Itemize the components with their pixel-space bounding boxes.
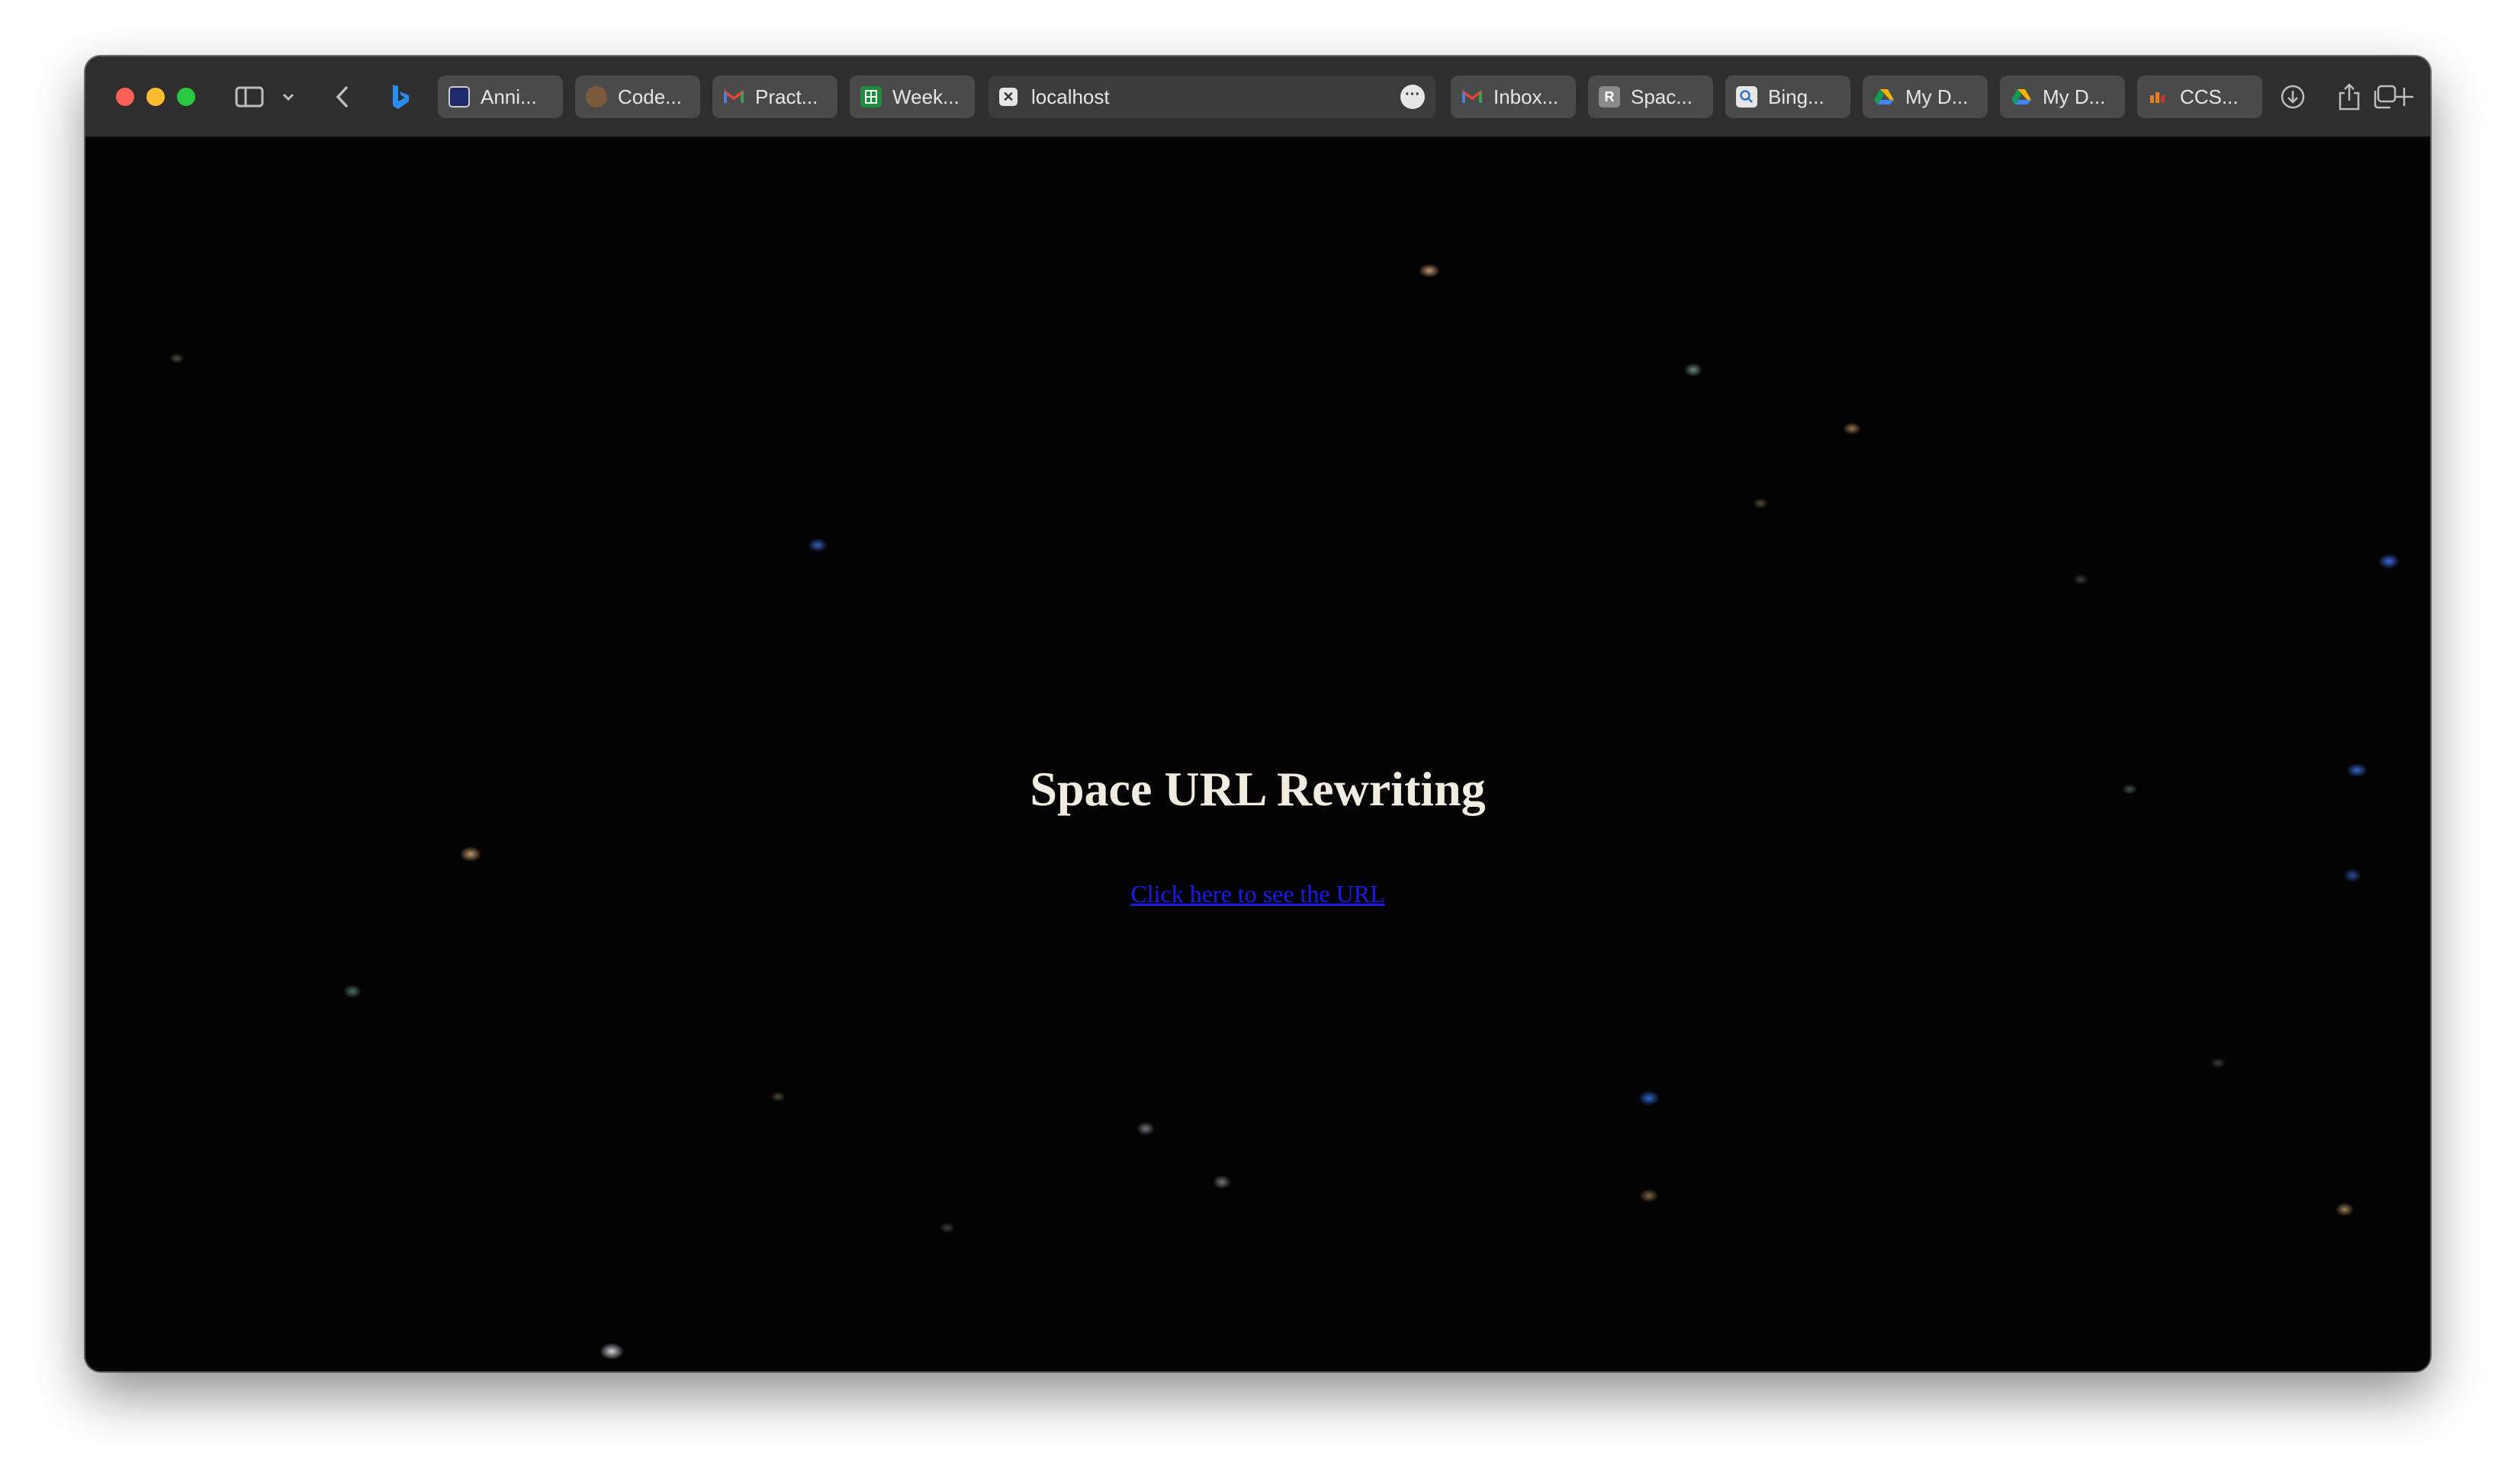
tab-my-drive-1[interactable]: My D... [1863,75,1988,118]
tab-my-drive-2[interactable]: My D... [2000,75,2125,118]
ccs-icon [2148,86,2169,108]
see-url-link[interactable]: Click here to see the URL [1130,880,1384,907]
share-icon[interactable] [2334,79,2365,114]
minimize-window-button[interactable] [146,88,165,106]
tab-anni[interactable]: Anni... [438,75,563,118]
sidebar-toggle-icon[interactable] [232,79,267,114]
back-icon[interactable] [330,79,355,114]
chevron-down-icon[interactable] [279,79,297,114]
url-link-container: Click here to see the URL [85,880,2430,908]
tab-localhost[interactable]: ✕ localhost ··· [989,75,1435,118]
tab-ccs[interactable]: CCS... [2137,75,2262,118]
drive-icon [2011,86,2032,108]
tab-label: localhost [1031,85,1110,108]
zoom-window-button[interactable] [177,88,195,106]
bing-icon[interactable] [387,79,413,114]
tab-inbox[interactable]: Inbox... [1451,75,1576,118]
close-icon[interactable]: ✕ [999,88,1017,106]
tab-practice[interactable]: Pract... [712,75,837,118]
tab-bing[interactable]: Bing... [1725,75,1850,118]
search-icon [1736,86,1757,108]
tab-label: Inbox... [1493,85,1559,108]
tab-label: My D... [2043,85,2106,108]
drive-icon [1873,86,1895,108]
tab-spaces[interactable]: R Spac... [1588,75,1713,118]
tab-code[interactable]: Code... [575,75,700,118]
gmail-icon [1461,86,1483,108]
avatar-icon [586,86,607,108]
tab-label: Code... [618,85,682,108]
tab-label: Pract... [755,85,818,108]
browser-toolbar: Anni... Code... Pract... Week... ✕ local… [85,56,2430,137]
tab-overview-icon[interactable] [2369,79,2400,114]
gmail-icon [723,86,744,108]
tab-label: Week... [892,85,960,108]
sheets-icon [860,86,882,108]
tab-label: My D... [1905,85,1969,108]
tab-label: Anni... [481,85,537,108]
tab-week[interactable]: Week... [850,75,975,118]
replit-icon: R [1599,86,1620,108]
browser-window: Anni... Code... Pract... Week... ✕ local… [85,56,2430,1371]
tab-label: Spac... [1631,85,1693,108]
downloads-icon[interactable] [2278,79,2308,114]
page-title: Space URL Rewriting [1030,762,1486,816]
more-options-icon[interactable]: ··· [1400,85,1425,109]
document-icon [448,86,470,108]
tab-label: CCS... [2180,85,2239,108]
page-content: Space URL Rewriting Click here to see th… [85,137,2430,1371]
tab-label: Bing... [1768,85,1824,108]
close-window-button[interactable] [116,88,134,106]
